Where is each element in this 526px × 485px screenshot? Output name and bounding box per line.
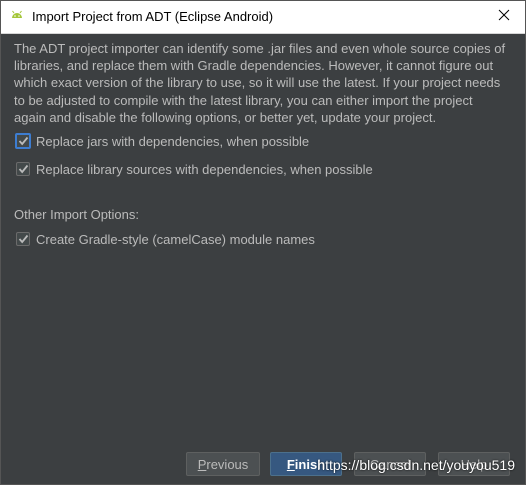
checkmark-icon bbox=[18, 164, 28, 174]
replace-jars-label: Replace jars with dependencies, when pos… bbox=[36, 133, 310, 149]
checkmark-icon bbox=[18, 234, 28, 244]
import-dialog: Import Project from ADT (Eclipse Android… bbox=[0, 0, 526, 485]
close-button[interactable] bbox=[489, 1, 519, 33]
replace-library-sources-label: Replace library sources with dependencie… bbox=[36, 161, 373, 177]
previous-label: revious bbox=[206, 456, 249, 472]
gradle-style-names-checkbox[interactable] bbox=[16, 232, 30, 246]
android-icon bbox=[9, 9, 25, 25]
replace-library-sources-option[interactable]: Replace library sources with dependencie… bbox=[16, 160, 373, 178]
other-import-options-heading: Other Import Options: bbox=[14, 207, 139, 222]
previous-button[interactable]: Previous bbox=[186, 452, 260, 476]
close-icon bbox=[498, 8, 510, 26]
description-text: The ADT project importer can identify so… bbox=[14, 41, 506, 125]
gradle-style-names-label: Create Gradle-style (camelCase) module n… bbox=[36, 231, 315, 247]
finish-mnemonic: F bbox=[286, 456, 295, 472]
checkmark-icon bbox=[18, 136, 28, 146]
window-title: Import Project from ADT (Eclipse Android… bbox=[32, 9, 274, 24]
dialog-content: The ADT project importer can identify so… bbox=[1, 34, 525, 484]
replace-library-sources-checkbox[interactable] bbox=[16, 162, 30, 176]
title-bar[interactable]: Import Project from ADT (Eclipse Android… bbox=[1, 1, 525, 34]
watermark: https://blog.csdn.net/youyou519 bbox=[317, 457, 515, 473]
replace-jars-checkbox[interactable] bbox=[15, 133, 31, 149]
gradle-style-names-option[interactable]: Create Gradle-style (camelCase) module n… bbox=[16, 230, 315, 248]
replace-jars-option[interactable]: Replace jars with dependencies, when pos… bbox=[15, 132, 310, 150]
